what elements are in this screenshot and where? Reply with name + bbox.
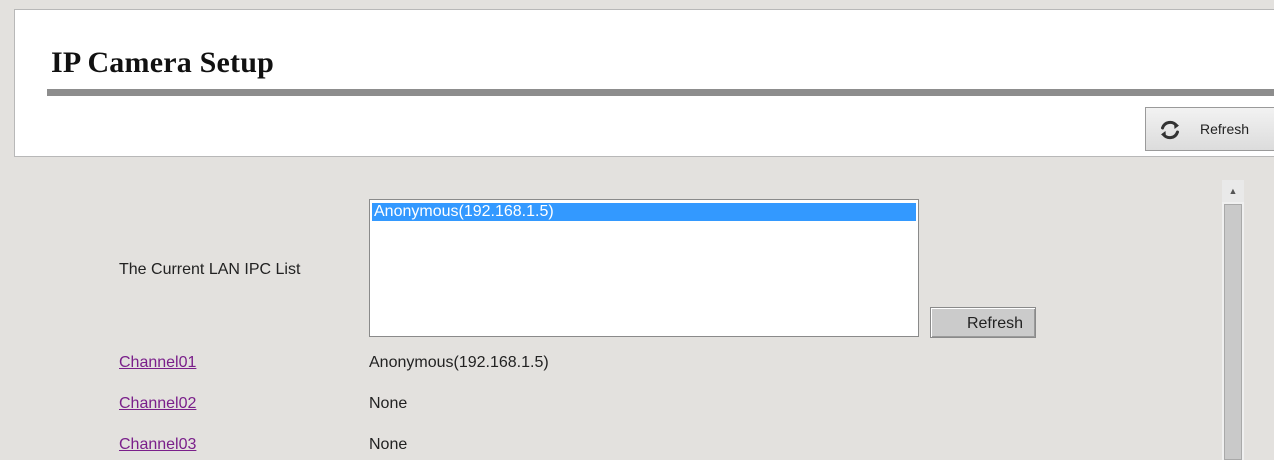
lan-ipc-list-label: The Current LAN IPC List <box>119 261 301 278</box>
channel01-value: Anonymous(192.168.1.5) <box>369 354 549 371</box>
channel01-link[interactable]: Channel01 <box>119 354 196 372</box>
lan-ipc-listbox[interactable]: Anonymous(192.168.1.5) <box>369 199 919 337</box>
scroll-up-arrow-icon[interactable]: ▲ <box>1222 180 1244 202</box>
channel02-link[interactable]: Channel02 <box>119 395 196 413</box>
title-divider <box>47 89 1274 96</box>
ipc-list-option[interactable]: Anonymous(192.168.1.5) <box>372 203 916 221</box>
vertical-scrollbar[interactable]: ▲ <box>1222 180 1244 460</box>
toolbar-refresh-label: Refresh <box>1200 121 1250 137</box>
toolbar-refresh-button[interactable]: Refresh <box>1145 107 1274 151</box>
refresh-icon <box>1161 120 1179 140</box>
scrollbar-thumb[interactable] <box>1224 204 1242 460</box>
page-title: IP Camera Setup <box>51 46 274 79</box>
lan-list-refresh-button[interactable]: Refresh <box>930 307 1036 338</box>
channel02-value: None <box>369 395 408 412</box>
top-strip <box>0 0 1274 9</box>
page-header: IP Camera Setup Refresh <box>14 9 1274 157</box>
channel03-link[interactable]: Channel03 <box>119 436 196 454</box>
channel03-value: None <box>369 436 408 453</box>
